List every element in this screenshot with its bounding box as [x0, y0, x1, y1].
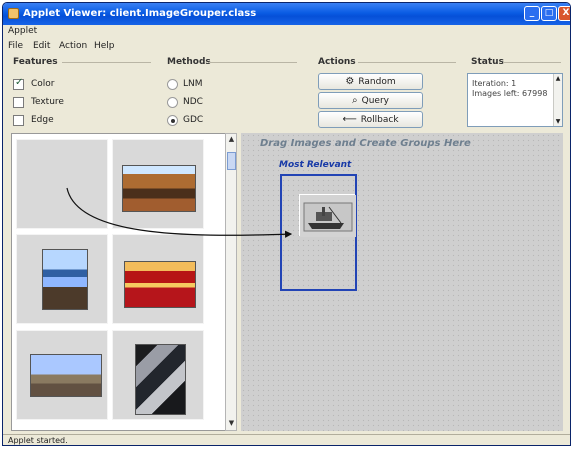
feature-texture-label: Texture: [31, 97, 64, 107]
status-label: Status: [471, 57, 504, 67]
lnm-radio[interactable]: [167, 79, 178, 90]
thumbnail-building[interactable]: [112, 330, 204, 420]
title-bar: Applet Viewer: client.ImageGrouper.class…: [3, 3, 570, 25]
most-relevant-group[interactable]: [280, 174, 357, 291]
thumbnail-empty[interactable]: [16, 139, 108, 229]
random-button[interactable]: ⚙ Random: [318, 73, 423, 90]
ruins-photo: [30, 354, 102, 397]
close-button[interactable]: X: [558, 6, 570, 21]
menu-edit[interactable]: Edit: [33, 41, 50, 51]
status-divider: [503, 62, 561, 63]
gdc-radio[interactable]: [167, 115, 178, 126]
method-lnm-label: LNM: [183, 79, 203, 89]
methods-divider: [209, 62, 297, 63]
thumbnail-gate[interactable]: [112, 234, 204, 324]
rollback-button[interactable]: ⟵ Rollback: [318, 111, 423, 128]
edge-checkbox[interactable]: [13, 115, 24, 126]
features-divider: [62, 62, 151, 63]
applet-statusbar: Applet started.: [3, 434, 570, 445]
magnifier-icon: ⌕: [352, 95, 358, 106]
maximize-button[interactable]: □: [541, 6, 557, 21]
random-label: Random: [358, 77, 396, 87]
status-scroll-up-icon[interactable]: ▲: [554, 75, 562, 82]
actions-divider: [358, 62, 456, 63]
rollback-label: Rollback: [360, 115, 399, 125]
feature-color-label: Color: [31, 79, 55, 89]
group-title-most-relevant: Most Relevant: [279, 160, 352, 170]
query-button[interactable]: ⌕ Query: [318, 92, 423, 109]
grouped-thumbnail-ship[interactable]: [299, 194, 356, 237]
status-images-left: Images left: 67998: [472, 89, 548, 98]
method-ndc-label: NDC: [183, 97, 203, 107]
applet-menu-bar: Applet: [3, 25, 570, 39]
actions-label: Actions: [318, 57, 356, 67]
features-label: Features: [13, 57, 58, 67]
gallery-scrollbar[interactable]: ▲ ▼: [225, 133, 237, 431]
window-title: Applet Viewer: client.ImageGrouper.class: [23, 8, 257, 19]
building-photo: [135, 344, 186, 415]
gallery-scroll-up-icon[interactable]: ▲: [227, 135, 236, 145]
statusbar-text: Applet started.: [8, 436, 68, 445]
gallery-scroll-down-icon[interactable]: ▼: [227, 419, 236, 429]
menu-applet[interactable]: Applet: [8, 26, 37, 36]
methods-label: Methods: [167, 57, 211, 67]
query-label: Query: [361, 96, 389, 106]
gate-photo: [124, 261, 196, 308]
workspace-hint: Drag Images and Create Groups Here: [260, 138, 471, 149]
image-gallery[interactable]: [11, 133, 233, 431]
status-textbox: Iteration: 1 Images left: 67998 ▲ ▼: [467, 73, 563, 127]
ndc-radio[interactable]: [167, 97, 178, 108]
thumbnail-canyon[interactable]: [112, 139, 204, 229]
check-icon: ✓: [15, 77, 24, 88]
thumbnail-ruins[interactable]: [16, 330, 108, 420]
gallery-scroll-thumb[interactable]: [227, 152, 236, 170]
status-scroll-down-icon[interactable]: ▼: [554, 118, 562, 125]
thumbnail-mosque[interactable]: [16, 234, 108, 324]
menu-file[interactable]: File: [8, 41, 23, 51]
main-menu-bar: File Edit Action Help: [3, 40, 570, 54]
radio-selected-dot: [171, 119, 175, 123]
app-icon: [8, 8, 19, 19]
applet-window: Applet Viewer: client.ImageGrouper.class…: [2, 2, 571, 446]
back-arrow-icon: ⟵: [342, 114, 357, 125]
status-scrollbar[interactable]: ▲ ▼: [553, 74, 562, 126]
gear-icon: ⚙: [345, 76, 355, 87]
menu-action[interactable]: Action: [59, 41, 87, 51]
mosque-photo: [42, 249, 88, 310]
canyon-photo: [122, 165, 196, 212]
feature-edge-label: Edge: [31, 115, 54, 125]
grouping-workspace[interactable]: Drag Images and Create Groups Here Most …: [241, 133, 563, 431]
menu-help[interactable]: Help: [94, 41, 115, 51]
color-checkbox[interactable]: ✓: [13, 77, 24, 90]
ship-photo: [300, 195, 356, 237]
status-iteration: Iteration: 1: [472, 79, 517, 88]
minimize-button[interactable]: _: [524, 6, 540, 21]
texture-checkbox[interactable]: [13, 97, 24, 108]
method-gdc-label: GDC: [183, 115, 204, 125]
